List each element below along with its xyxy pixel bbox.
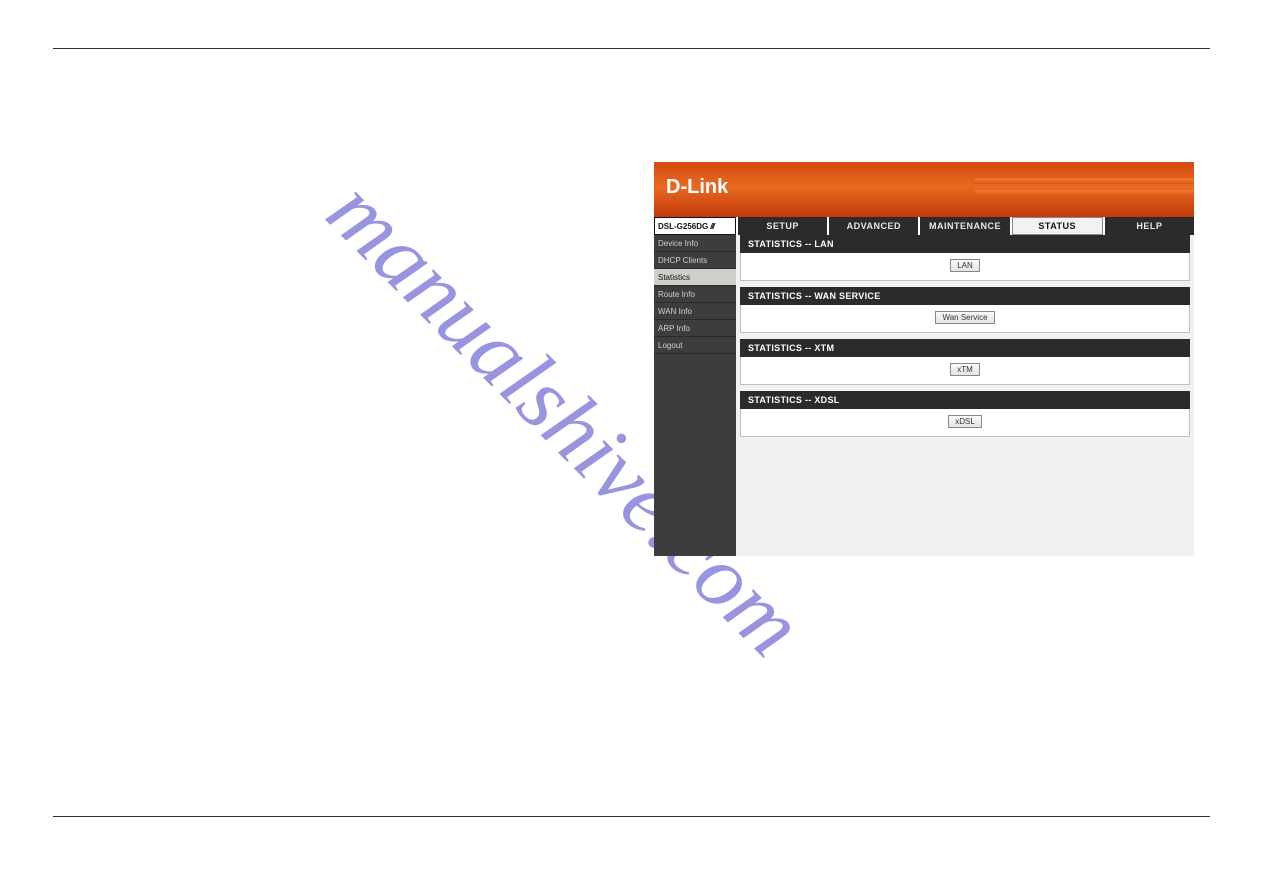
section-statistics-xdsl: STATISTICS -- XDSL xDSL <box>740 391 1190 437</box>
brand-logo: D-Link <box>666 176 728 199</box>
xdsl-button[interactable]: xDSL <box>948 415 982 428</box>
section-body: xTM <box>740 357 1190 385</box>
sidebar-item-arp-info[interactable]: ARP Info <box>654 320 736 337</box>
model-label: DSL-G256DG /// <box>654 217 736 235</box>
sidebar-item-device-info[interactable]: Device Info <box>654 235 736 252</box>
banner-stripe-icon <box>973 178 1194 184</box>
section-statistics-wan-service: STATISTICS -- WAN SERVICE Wan Service <box>740 287 1190 333</box>
brand-banner: D-Link <box>654 162 1194 217</box>
model-slash-icon: /// <box>710 222 714 231</box>
banner-stripe-icon <box>973 190 1194 196</box>
tab-advanced[interactable]: ADVANCED <box>829 217 918 235</box>
lan-button[interactable]: LAN <box>950 259 980 272</box>
page-rule-top <box>53 48 1210 49</box>
router-admin-panel: D-Link DSL-G256DG /// SETUP ADVANCED MAI… <box>654 162 1194 556</box>
sidebar-item-dhcp-clients[interactable]: DHCP Clients <box>654 252 736 269</box>
model-text: DSL-G256DG <box>658 222 708 231</box>
xtm-button[interactable]: xTM <box>950 363 980 376</box>
section-statistics-lan: STATISTICS -- LAN LAN <box>740 235 1190 281</box>
section-body: Wan Service <box>740 305 1190 333</box>
section-title: STATISTICS -- LAN <box>740 235 1190 253</box>
section-title: STATISTICS -- XDSL <box>740 391 1190 409</box>
left-sidebar: Device Info DHCP Clients Statistics Rout… <box>654 235 736 556</box>
content-area: STATISTICS -- LAN LAN STATISTICS -- WAN … <box>736 235 1194 556</box>
section-statistics-xtm: STATISTICS -- XTM xTM <box>740 339 1190 385</box>
tab-help[interactable]: HELP <box>1105 217 1194 235</box>
sidebar-item-wan-info[interactable]: WAN Info <box>654 303 736 320</box>
sidebar-item-route-info[interactable]: Route Info <box>654 286 736 303</box>
page-rule-bottom <box>53 816 1210 817</box>
sidebar-item-logout[interactable]: Logout <box>654 337 736 354</box>
section-body: LAN <box>740 253 1190 281</box>
tab-setup[interactable]: SETUP <box>738 217 827 235</box>
tab-maintenance[interactable]: MAINTENANCE <box>920 217 1009 235</box>
wan-service-button[interactable]: Wan Service <box>935 311 994 324</box>
section-title: STATISTICS -- XTM <box>740 339 1190 357</box>
sidebar-item-statistics[interactable]: Statistics <box>654 269 736 286</box>
section-body: xDSL <box>740 409 1190 437</box>
top-nav: DSL-G256DG /// SETUP ADVANCED MAINTENANC… <box>654 217 1194 235</box>
section-title: STATISTICS -- WAN SERVICE <box>740 287 1190 305</box>
panel-body: Device Info DHCP Clients Statistics Rout… <box>654 235 1194 556</box>
tab-status[interactable]: STATUS <box>1012 217 1103 235</box>
